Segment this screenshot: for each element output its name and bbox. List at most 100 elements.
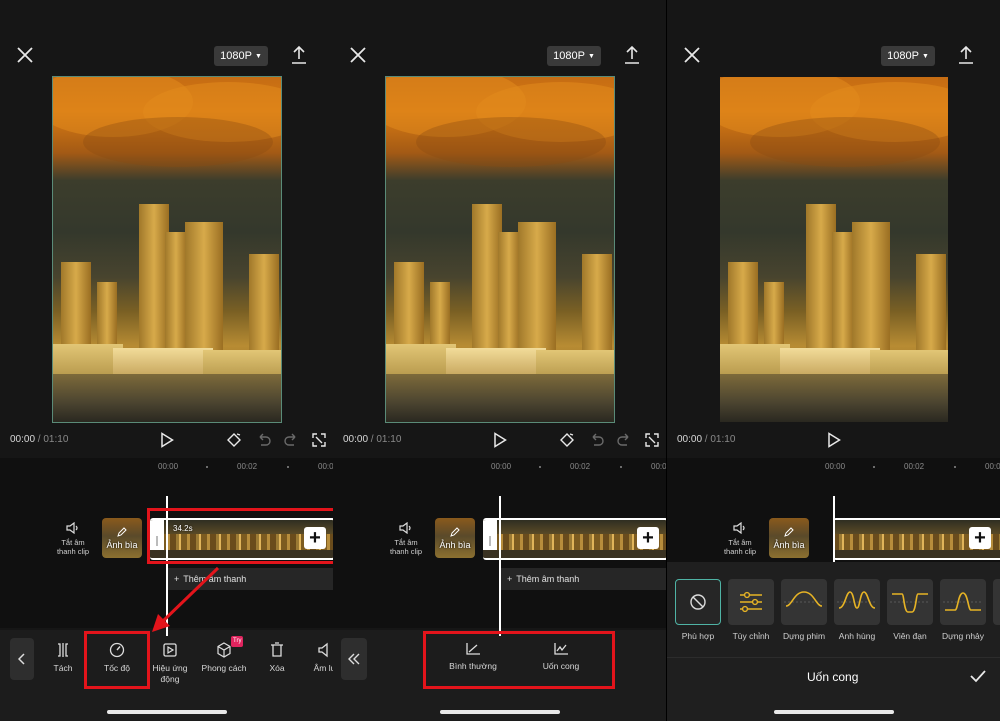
- speed-option-label: Uốn cong: [542, 661, 580, 671]
- top-bar: 1080P ▼: [0, 0, 333, 72]
- volume-icon: [318, 642, 328, 658]
- ruler-mark: 00:0: [985, 462, 1000, 471]
- playback-controls: 00:00 / 01:10: [0, 428, 333, 452]
- curve-jump-cut[interactable]: Dựng nhảy: [940, 579, 986, 641]
- tool-animation[interactable]: Hiệu ứng động: [145, 642, 195, 685]
- speed-normal-button[interactable]: Bình thường: [443, 642, 503, 672]
- arrow-indicator: [152, 566, 220, 632]
- back-button[interactable]: [10, 638, 34, 680]
- collapse-button[interactable]: [341, 638, 367, 680]
- caret-down-icon: ▼: [921, 52, 929, 60]
- speed-curve-button[interactable]: Uốn cong: [531, 642, 591, 672]
- divider: [667, 657, 1000, 658]
- tool-split[interactable]: Tách: [38, 642, 88, 674]
- ruler-mark: 00:02: [237, 462, 258, 471]
- tool-label: Phong cách: [201, 663, 247, 673]
- cover-button[interactable]: Ảnh bìa: [102, 518, 142, 558]
- resolution-dropdown[interactable]: 1080P ▼: [547, 46, 601, 66]
- mute-label: Tắt âm thanh clip: [56, 538, 90, 556]
- add-clip-button[interactable]: +: [637, 527, 659, 549]
- redo-icon[interactable]: [616, 432, 632, 448]
- curve-custom[interactable]: Tùy chỉnh: [728, 579, 774, 641]
- mute-clip-button[interactable]: Tắt âm thanh clip: [717, 522, 763, 556]
- time-current: 00:00: [343, 434, 369, 445]
- pencil-icon: [450, 526, 460, 537]
- tool-label: Âm lư: [313, 663, 333, 673]
- video-preview[interactable]: [52, 76, 282, 423]
- curve-none[interactable]: Phù hợp: [675, 579, 721, 641]
- check-icon[interactable]: [969, 668, 987, 684]
- tool-label: Tách: [53, 663, 73, 673]
- cover-label: Ảnh bìa: [773, 539, 805, 550]
- time-total: 01:10: [43, 434, 69, 445]
- clip-duration: 34.2s: [173, 524, 193, 533]
- timecode: 00:00 / 01:10: [343, 434, 401, 445]
- curve-thumb: [781, 579, 827, 625]
- mute-clip-button[interactable]: Tắt âm thanh clip: [383, 522, 429, 556]
- playhead[interactable]: [833, 496, 835, 562]
- none-icon: [690, 594, 706, 610]
- close-icon[interactable]: [349, 46, 367, 64]
- curve-thumb: [887, 579, 933, 625]
- animation-icon: [163, 643, 177, 657]
- video-preview[interactable]: [385, 76, 615, 423]
- export-icon[interactable]: [291, 45, 307, 65]
- resolution-dropdown[interactable]: 1080P ▼: [881, 46, 935, 66]
- curve-label: Phù hợp: [681, 631, 715, 641]
- top-bar: 1080P ▼: [667, 0, 1000, 72]
- export-icon[interactable]: [624, 45, 640, 65]
- curve-label: Anh hùng: [838, 631, 876, 641]
- keyframe-icon[interactable]: [559, 432, 575, 448]
- curve-thumb: [728, 579, 774, 625]
- curve-thumb: [675, 579, 721, 625]
- ruler-mark: 00:02: [904, 462, 925, 471]
- playhead[interactable]: [499, 496, 501, 636]
- speed-options-bar: Bình thường Uốn cong: [333, 630, 666, 721]
- ruler-mark: 00:0: [651, 462, 666, 471]
- undo-icon[interactable]: [256, 432, 272, 448]
- tool-style[interactable]: Try Phong cách: [199, 636, 249, 674]
- cover-button[interactable]: Ảnh bìa: [435, 518, 475, 558]
- keyframe-icon[interactable]: [226, 432, 242, 448]
- close-icon[interactable]: [16, 46, 34, 64]
- export-icon[interactable]: [958, 45, 974, 65]
- panel-speed-options: 1080P ▼ 00:00 / 01:10 00:00 00:02 00:0 T…: [333, 0, 666, 721]
- curve-label: Dựng nhảy: [941, 631, 985, 641]
- normal-speed-icon: [466, 643, 480, 655]
- play-icon[interactable]: [493, 432, 507, 448]
- clip-trim-handle[interactable]: [150, 520, 164, 558]
- curve-montage[interactable]: Dựng phim: [781, 579, 827, 641]
- time-total: 01:10: [376, 434, 402, 445]
- video-preview[interactable]: [719, 76, 949, 423]
- play-icon[interactable]: [827, 432, 841, 448]
- play-icon[interactable]: [160, 432, 174, 448]
- speaker-icon: [733, 522, 745, 534]
- speaker-icon: [399, 522, 411, 534]
- add-audio-label: Thêm âm thanh: [516, 574, 580, 584]
- caret-down-icon: ▼: [254, 52, 262, 60]
- tool-volume[interactable]: Âm lư: [300, 642, 333, 674]
- curve-more[interactable]: [993, 579, 1000, 625]
- mute-clip-button[interactable]: Tắt âm thanh clip: [50, 522, 96, 556]
- resolution-dropdown[interactable]: 1080P ▼: [214, 46, 268, 66]
- redo-icon[interactable]: [283, 432, 299, 448]
- fullscreen-icon[interactable]: [644, 432, 660, 448]
- fullscreen-icon[interactable]: [311, 432, 327, 448]
- cover-button[interactable]: Ảnh bìa: [769, 518, 809, 558]
- toolbar: Tách Tốc độ Hiệu ứng động Try Phong cách…: [0, 630, 333, 721]
- tool-speed[interactable]: Tốc độ: [92, 642, 142, 674]
- curve-bullet[interactable]: Viên đạn: [887, 579, 933, 641]
- curve-thumb: [940, 579, 986, 625]
- clip-trim-handle[interactable]: [483, 520, 497, 558]
- undo-icon[interactable]: [589, 432, 605, 448]
- add-clip-button[interactable]: +: [969, 527, 991, 549]
- curve-hero[interactable]: Anh hùng: [834, 579, 880, 641]
- custom-sliders-icon: [740, 591, 762, 613]
- add-clip-button[interactable]: +: [304, 527, 326, 549]
- close-icon[interactable]: [683, 46, 701, 64]
- panel-curve-presets: 1080P ▼ 00:00 / 01:10 00:00 00:02 00:0 Tắ…: [667, 0, 1000, 721]
- home-indicator: [106, 710, 227, 714]
- resolution-label: 1080P: [553, 50, 585, 62]
- tool-delete[interactable]: Xóa: [252, 642, 302, 674]
- add-audio-button[interactable]: + Thêm âm thanh: [501, 568, 666, 590]
